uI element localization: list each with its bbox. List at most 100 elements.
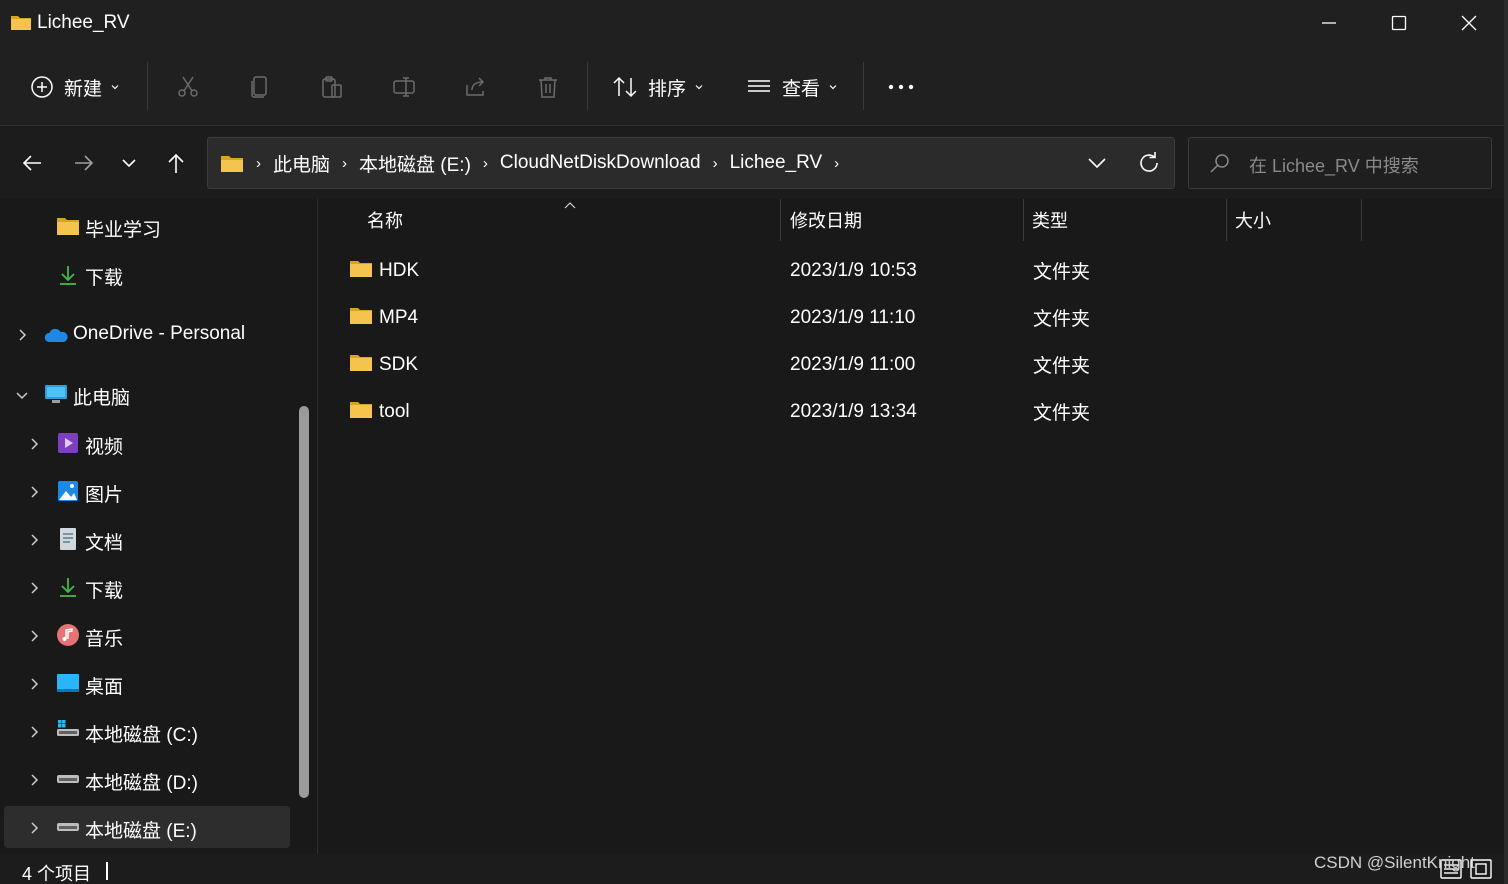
view-button[interactable]: 查看 (746, 64, 838, 110)
paste-icon (322, 76, 342, 98)
column-header-label: 大小 (1235, 211, 1271, 231)
column-divider[interactable] (780, 199, 781, 241)
breadcrumb-item[interactable]: Lichee_RV (730, 152, 823, 174)
drive-c-icon (57, 720, 79, 736)
chevron-down-icon[interactable] (14, 387, 30, 403)
window-title: Lichee_RV (37, 12, 130, 33)
sidebar-item-onedrive[interactable]: OneDrive - Personal (4, 313, 290, 355)
folder-icon (221, 155, 243, 172)
sidebar-item-drive-e[interactable]: 本地磁盘 (E:) (4, 806, 290, 848)
search-box[interactable]: 在 Lichee_RV 中搜索 (1188, 137, 1492, 189)
paste-button[interactable] (320, 64, 344, 110)
delete-icon (539, 77, 557, 98)
address-history-dropdown-icon[interactable] (1082, 150, 1112, 176)
share-button[interactable] (464, 64, 488, 110)
chevron-right-icon[interactable] (26, 676, 42, 692)
column-header-type[interactable]: 类型 (1032, 199, 1222, 241)
arrow-right-icon (75, 155, 94, 171)
table-row[interactable]: SDK 2023/1/9 11:00 文件夹 (318, 341, 1504, 388)
sidebar-item-videos[interactable]: 视频 (4, 422, 290, 464)
sidebar-scrollbar-thumb[interactable] (299, 406, 309, 798)
more-icon (888, 84, 914, 90)
column-header-modified[interactable]: 修改日期 (790, 199, 1020, 241)
sidebar-item-label: 本地磁盘 (D:) (85, 773, 198, 794)
sidebar-item-drive-c[interactable]: 本地磁盘 (C:) (4, 710, 290, 752)
breadcrumb-separator[interactable]: › (834, 155, 839, 172)
download-icon (60, 266, 76, 285)
sidebar-item-this-pc[interactable]: 此电脑 (4, 373, 290, 415)
chevron-down-icon (695, 85, 703, 90)
copy-button[interactable] (248, 64, 272, 110)
column-header-size[interactable]: 大小 (1235, 199, 1355, 241)
sidebar-item-downloads-quick[interactable]: 下载 (4, 253, 290, 295)
chevron-right-icon[interactable] (26, 484, 42, 500)
sidebar-item-drive-d[interactable]: 本地磁盘 (D:) (4, 758, 290, 800)
up-button[interactable] (158, 145, 194, 181)
file-name: tool (379, 400, 410, 422)
maximize-button[interactable] (1364, 0, 1434, 46)
file-explorer-window: Lichee_RV 新建 排序 查看 › 此电脑 › 本地磁盘 (E:) › C… (0, 0, 1504, 884)
new-button[interactable]: 新建 (30, 64, 120, 110)
file-modified: 2023/1/9 10:53 (790, 259, 917, 281)
breadcrumb-item[interactable]: CloudNetDiskDownload (500, 152, 701, 174)
sidebar-item-desktop[interactable]: 桌面 (4, 662, 290, 704)
file-modified: 2023/1/9 13:34 (790, 400, 917, 422)
sidebar-item-label: 视频 (85, 437, 124, 458)
chevron-right-icon[interactable] (26, 724, 42, 740)
table-row[interactable]: tool 2023/1/9 13:34 文件夹 (318, 388, 1504, 435)
back-button[interactable] (14, 145, 50, 181)
recent-locations-button[interactable] (111, 145, 147, 181)
toolbar-divider (147, 62, 148, 110)
view-label: 查看 (782, 78, 821, 100)
refresh-icon[interactable] (1136, 150, 1162, 176)
table-row[interactable]: MP4 2023/1/9 11:10 文件夹 (318, 294, 1504, 341)
item-count: 4 个项目 (22, 864, 92, 884)
sidebar-item-label: 下载 (85, 268, 124, 289)
table-row[interactable]: HDK 2023/1/9 10:53 文件夹 (318, 247, 1504, 294)
folder-icon (350, 308, 372, 324)
delete-button[interactable] (536, 64, 560, 110)
chevron-right-icon[interactable] (26, 436, 42, 452)
sort-button[interactable]: 排序 (612, 64, 704, 110)
picture-icon (58, 481, 78, 501)
music-icon (57, 624, 79, 646)
chevron-right-icon[interactable] (26, 532, 42, 548)
column-divider[interactable] (1361, 199, 1362, 241)
sidebar-item-music[interactable]: 音乐 (4, 614, 290, 656)
sidebar-item-graduation-study[interactable]: 毕业学习 (4, 205, 290, 247)
minimize-button[interactable] (1294, 0, 1364, 46)
sidebar-item-documents[interactable]: 文档 (4, 518, 290, 560)
chevron-right-icon[interactable] (26, 628, 42, 644)
minimize-icon (1322, 22, 1336, 24)
cut-button[interactable] (176, 64, 200, 110)
folder-icon (57, 218, 79, 235)
rename-button[interactable] (392, 64, 416, 110)
download-icon (60, 578, 76, 597)
file-type: 文件夹 (1033, 356, 1091, 377)
status-divider (106, 862, 108, 880)
rename-icon (393, 77, 415, 97)
folder-icon (350, 402, 372, 418)
forward-button[interactable] (66, 145, 102, 181)
file-modified: 2023/1/9 11:10 (790, 306, 916, 328)
breadcrumb-item[interactable]: 本地磁盘 (E:) (359, 150, 471, 177)
sidebar-item-downloads[interactable]: 下载 (4, 566, 290, 608)
chevron-right-icon[interactable] (14, 327, 30, 343)
title-bar: Lichee_RV (0, 0, 1504, 48)
close-icon (1461, 15, 1477, 31)
chevron-right-icon[interactable] (26, 820, 42, 836)
navigation-pane: 毕业学习 下载 OneDrive - Personal 此电脑 视频 图片 文档… (0, 199, 318, 854)
sidebar-item-pictures[interactable]: 图片 (4, 470, 290, 512)
address-bar[interactable]: › 此电脑 › 本地磁盘 (E:) › CloudNetDiskDownload… (207, 137, 1175, 189)
column-divider[interactable] (1226, 199, 1227, 241)
share-icon (466, 77, 485, 96)
breadcrumb-separator: › (712, 154, 718, 172)
chevron-right-icon[interactable] (26, 772, 42, 788)
onedrive-icon (44, 328, 68, 342)
chevron-right-icon[interactable] (26, 580, 42, 596)
sort-ascending-icon (564, 202, 576, 209)
breadcrumb-item[interactable]: 此电脑 (273, 150, 330, 177)
close-button[interactable] (1434, 0, 1504, 46)
column-divider[interactable] (1023, 199, 1024, 241)
more-options-button[interactable] (886, 64, 916, 110)
